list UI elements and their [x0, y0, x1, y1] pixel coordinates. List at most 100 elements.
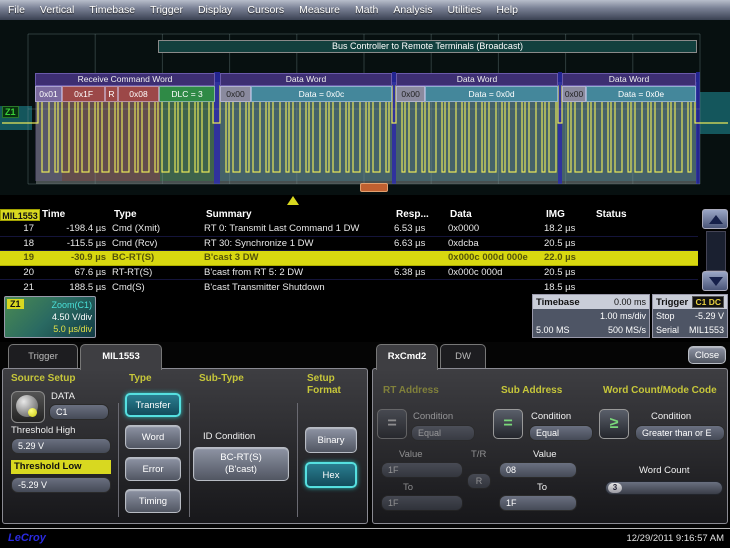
type-button[interactable]: Word — [125, 425, 181, 449]
sub-to-field[interactable]: 1F — [499, 495, 577, 511]
word-count-slider[interactable]: 3 — [605, 481, 723, 495]
menu-item[interactable]: Math — [355, 4, 378, 16]
col-header-time: Time — [40, 209, 112, 220]
scroll-down-icon[interactable] — [702, 271, 728, 291]
channel-select[interactable]: C1 — [49, 404, 109, 420]
equal-icon[interactable]: = — [377, 409, 407, 439]
sub-condition-select[interactable]: Equal — [529, 425, 593, 441]
id-condition-label: ID Condition — [203, 431, 255, 442]
tr-button[interactable]: R — [467, 473, 491, 489]
table-row[interactable]: 17 -198.4 µs Cmd (Xmit) RT 0: Transmit L… — [0, 222, 698, 237]
menu-item[interactable]: Utilities — [447, 4, 481, 16]
menu-item[interactable]: Display — [198, 4, 232, 16]
decode-field: Data = 0x0e — [586, 86, 696, 102]
footer: LeCroy 12/29/2011 9:16:57 AM — [0, 528, 730, 548]
equal-icon[interactable]: = — [493, 409, 523, 439]
format-button[interactable]: Hex — [305, 462, 357, 488]
rt-address-title: RT Address — [383, 385, 439, 396]
timebase-rate: 500 MS/s — [608, 325, 646, 335]
decode-field: 0x1F — [62, 86, 105, 102]
menu-item[interactable]: Analysis — [393, 4, 432, 16]
zoom-vdiv: 4.50 V/div — [51, 311, 92, 323]
sub-to-label: To — [537, 482, 547, 493]
brand-logo: LeCroy — [8, 532, 46, 544]
close-button[interactable]: Close — [688, 346, 726, 364]
sub-value-field[interactable]: 08 — [499, 462, 577, 478]
decode-word-command: Receive Command Word 0x010x1FR0x08DLC = … — [35, 73, 215, 102]
trigger-source-badge: C1 DC — [692, 296, 724, 308]
menu-item[interactable]: Measure — [299, 4, 340, 16]
rt-value-field[interactable]: 1F — [381, 462, 463, 478]
table-row[interactable]: 18 -115.5 µs Cmd (Rcv) RT 30: Synchroniz… — [0, 237, 698, 252]
sub-address-title: Sub Address — [501, 385, 562, 396]
trigger-title: Trigger — [656, 297, 688, 308]
decode-word-header: Data Word — [220, 73, 392, 86]
table-header: MIL1553 Time Type Summary Resp... Data I… — [0, 207, 698, 222]
waveform-area[interactable]: Bus Controller to Remote Terminals (Broa… — [0, 20, 730, 195]
sub-value-label: Value — [533, 449, 557, 460]
trigger-descriptor-box[interactable]: Trigger C1 DC Stop -5.29 V Serial MIL155… — [652, 294, 728, 338]
tr-label: T/R — [471, 449, 486, 460]
greater-equal-icon[interactable]: ≥ — [599, 409, 629, 439]
decode-word-data2: Data Word 0x00Data = 0x0d — [396, 73, 558, 102]
decode-field: Data = 0x0c — [251, 86, 392, 102]
mil1553-setup-panel: Source Setup DATA C1 Threshold High 5.29… — [2, 368, 368, 524]
timebase-descriptor-box[interactable]: Timebase 0.00 ms 1.00 ms/div 5.00 MS 500… — [532, 294, 650, 338]
zoom-tag: Z1 — [7, 299, 24, 309]
sub-condition-label: Condition — [531, 411, 571, 422]
tab-dw[interactable]: DW — [440, 344, 486, 368]
divider — [297, 403, 298, 517]
type-button[interactable]: Transfer — [125, 393, 181, 417]
bus-transfer-band: Bus Controller to Remote Terminals (Broa… — [158, 40, 697, 53]
decode-word-header: Receive Command Word — [35, 73, 215, 86]
col-header-img: IMG — [544, 209, 594, 220]
decode-table: MIL1553 Time Type Summary Resp... Data I… — [0, 207, 730, 292]
scroll-track[interactable] — [706, 231, 726, 271]
menu-item[interactable]: Cursors — [247, 4, 284, 16]
decode-word-header: Data Word — [562, 73, 696, 86]
zoom-source: Zoom(C1) — [51, 299, 92, 311]
id-condition-value2: (B'cast) — [225, 464, 257, 476]
zoom-trace-label: Z1 — [2, 106, 19, 118]
adjust-knob-icon[interactable] — [11, 391, 45, 423]
trigger-protocol: MIL1553 — [689, 325, 724, 335]
decode-field: 0x00 — [220, 86, 251, 102]
tab-rxcmd2[interactable]: RxCmd2 — [376, 344, 438, 370]
menu-item[interactable]: Help — [496, 4, 518, 16]
rt-condition-label: Condition — [413, 411, 453, 422]
slider-thumb[interactable]: 3 — [608, 483, 622, 493]
threshold-low-field[interactable]: -5.29 V — [11, 477, 111, 493]
dialog-area: Trigger MIL1553 Source Setup DATA C1 Thr… — [0, 342, 730, 528]
menu-item[interactable]: File — [8, 4, 25, 16]
protocol-badge[interactable]: MIL1553 — [0, 209, 40, 221]
tab-mil1553[interactable]: MIL1553 — [80, 344, 162, 370]
rt-condition-select[interactable]: Equal — [411, 425, 475, 441]
table-row[interactable]: 20 67.6 µs RT-RT(S) B'cast from RT 5: 2 … — [0, 266, 698, 281]
rt-to-field[interactable]: 1F — [381, 495, 463, 511]
wc-condition-select[interactable]: Greater than or E — [635, 425, 725, 441]
scroll-up-icon[interactable] — [702, 209, 728, 229]
threshold-high-label: Threshold High — [11, 425, 75, 436]
menu-item[interactable]: Vertical — [40, 4, 74, 16]
timebase-scale: 1.00 ms/div — [600, 311, 646, 321]
zoom-descriptor-box[interactable]: Z1 Zoom(C1) 4.50 V/div 5.0 µs/div — [4, 296, 96, 338]
subtype-title: Sub-Type — [199, 373, 244, 384]
tab-trigger[interactable]: Trigger — [8, 344, 78, 368]
menu-item[interactable]: Timebase — [89, 4, 135, 16]
word-separator — [696, 72, 700, 184]
rt-value-label: Value — [399, 449, 423, 460]
id-condition-button[interactable]: BC-RT(S) (B'cast) — [193, 447, 289, 481]
threshold-low-label[interactable]: Threshold Low — [11, 460, 111, 474]
table-row[interactable]: 19 -30.9 µs BC-RT(S) B'cast 3 DW 0x000c … — [0, 251, 698, 266]
decode-field: 0x08 — [118, 86, 159, 102]
right-trace-band — [700, 92, 730, 134]
threshold-high-field[interactable]: 5.29 V — [11, 438, 111, 454]
menu-item[interactable]: Trigger — [150, 4, 183, 16]
decode-word-data3: Data Word 0x00Data = 0x0e — [562, 73, 696, 102]
trigger-position-icon[interactable] — [287, 196, 299, 205]
zoom-tdiv: 5.0 µs/div — [51, 323, 92, 335]
format-button[interactable]: Binary — [305, 427, 357, 453]
decode-word-data1: Data Word 0x00Data = 0x0c — [220, 73, 392, 102]
type-button[interactable]: Error — [125, 457, 181, 481]
type-button[interactable]: Timing — [125, 489, 181, 513]
